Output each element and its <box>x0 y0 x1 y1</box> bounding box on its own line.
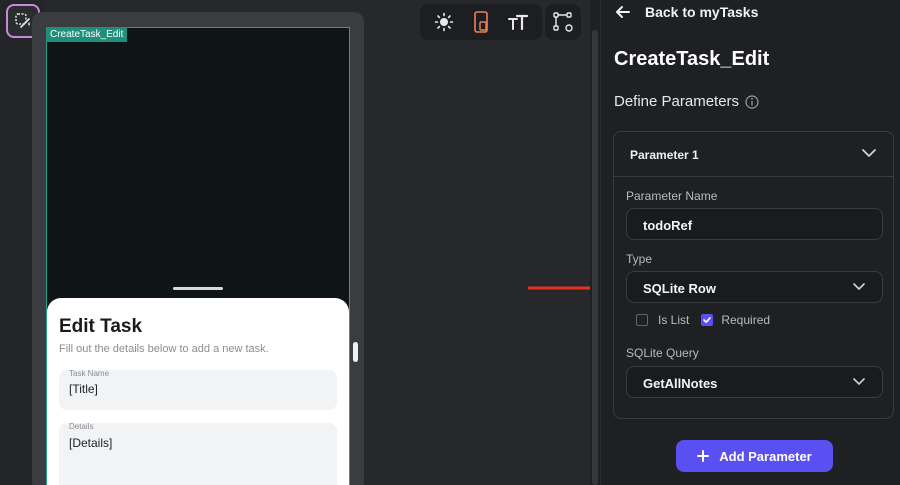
define-parameters-heading: Define Parameters <box>614 93 759 110</box>
canvas-scrollbar[interactable] <box>590 0 600 485</box>
widget-tree-toolbar <box>545 4 581 40</box>
details-field[interactable]: Details [Details] <box>59 422 337 485</box>
parameter-header[interactable]: Parameter 1 <box>614 132 893 177</box>
sqlite-query-value: GetAllNotes <box>643 376 718 391</box>
sheet-subtitle: Fill out the details below to add a new … <box>59 343 269 355</box>
sheet-drag-handle[interactable] <box>173 287 223 290</box>
chevron-down-icon <box>853 378 865 385</box>
frame-tag[interactable]: CreateTask_Edit <box>46 27 128 42</box>
task-name-label: Task Name <box>69 369 110 378</box>
required-checkbox[interactable] <box>701 314 714 326</box>
required-label: Required <box>721 313 771 327</box>
canvas-scroll-thumb[interactable] <box>592 30 598 485</box>
checkmark-icon <box>703 317 712 323</box>
type-label: Type <box>626 252 653 266</box>
device-select-button[interactable] <box>468 9 494 35</box>
device-icon <box>474 11 488 33</box>
info-icon[interactable] <box>745 94 759 109</box>
details-value: [Details] <box>69 436 113 450</box>
canvas-area: Edit Task Fill out the details below to … <box>0 0 618 485</box>
canvas-toolbar <box>420 4 542 40</box>
section-title-text: Define Parameters <box>614 93 740 110</box>
parameter-name-label: Parameter Name <box>626 189 718 203</box>
bottom-sheet: Edit Task Fill out the details below to … <box>47 298 349 485</box>
add-parameter-button[interactable]: Add Parameter <box>676 440 833 472</box>
widget-tree-button[interactable] <box>550 9 576 35</box>
plus-icon <box>697 450 710 462</box>
arrow-left-icon <box>616 6 630 18</box>
add-parameter-label: Add Parameter <box>719 448 812 464</box>
back-label: Back to myTasks <box>645 4 759 20</box>
page-title: CreateTask_Edit <box>614 48 770 70</box>
task-name-field[interactable]: Task Name [Title] <box>59 369 337 410</box>
sun-icon <box>435 12 454 32</box>
text-scale-button[interactable] <box>505 9 531 35</box>
properties-panel: Back to myTasks CreateTask_Edit Define P… <box>600 0 900 485</box>
text-size-icon <box>507 14 528 31</box>
sqlite-query-label: SQLite Query <box>626 346 699 360</box>
parameter-name-value: todoRef <box>643 218 693 233</box>
chevron-down-icon <box>853 283 865 290</box>
back-link[interactable]: Back to myTasks <box>615 2 758 22</box>
page-frame[interactable]: Edit Task Fill out the details below to … <box>46 27 350 485</box>
details-label: Details <box>69 422 94 431</box>
widget-tree-icon <box>553 12 573 32</box>
chevron-down-icon[interactable] <box>861 147 877 159</box>
type-value: SQLite Row <box>643 281 716 296</box>
magic-wand-icon <box>15 13 30 28</box>
parameter-name-input[interactable]: todoRef <box>626 208 883 240</box>
sqlite-query-dropdown[interactable]: GetAllNotes <box>626 366 883 398</box>
is-list-label: Is List <box>658 313 690 327</box>
parameter-header-label: Parameter 1 <box>630 148 699 162</box>
sheet-title: Edit Task <box>59 316 143 337</box>
task-name-value: [Title] <box>69 382 98 396</box>
theme-toggle-button[interactable] <box>431 9 457 35</box>
type-dropdown[interactable]: SQLite Row <box>626 271 883 303</box>
frame-scroll-thumb[interactable] <box>353 342 358 362</box>
parameter-card: Parameter 1 Parameter Name todoRef Type … <box>613 131 894 419</box>
options-row: Is List Required <box>636 313 770 327</box>
is-list-checkbox[interactable] <box>636 314 648 326</box>
